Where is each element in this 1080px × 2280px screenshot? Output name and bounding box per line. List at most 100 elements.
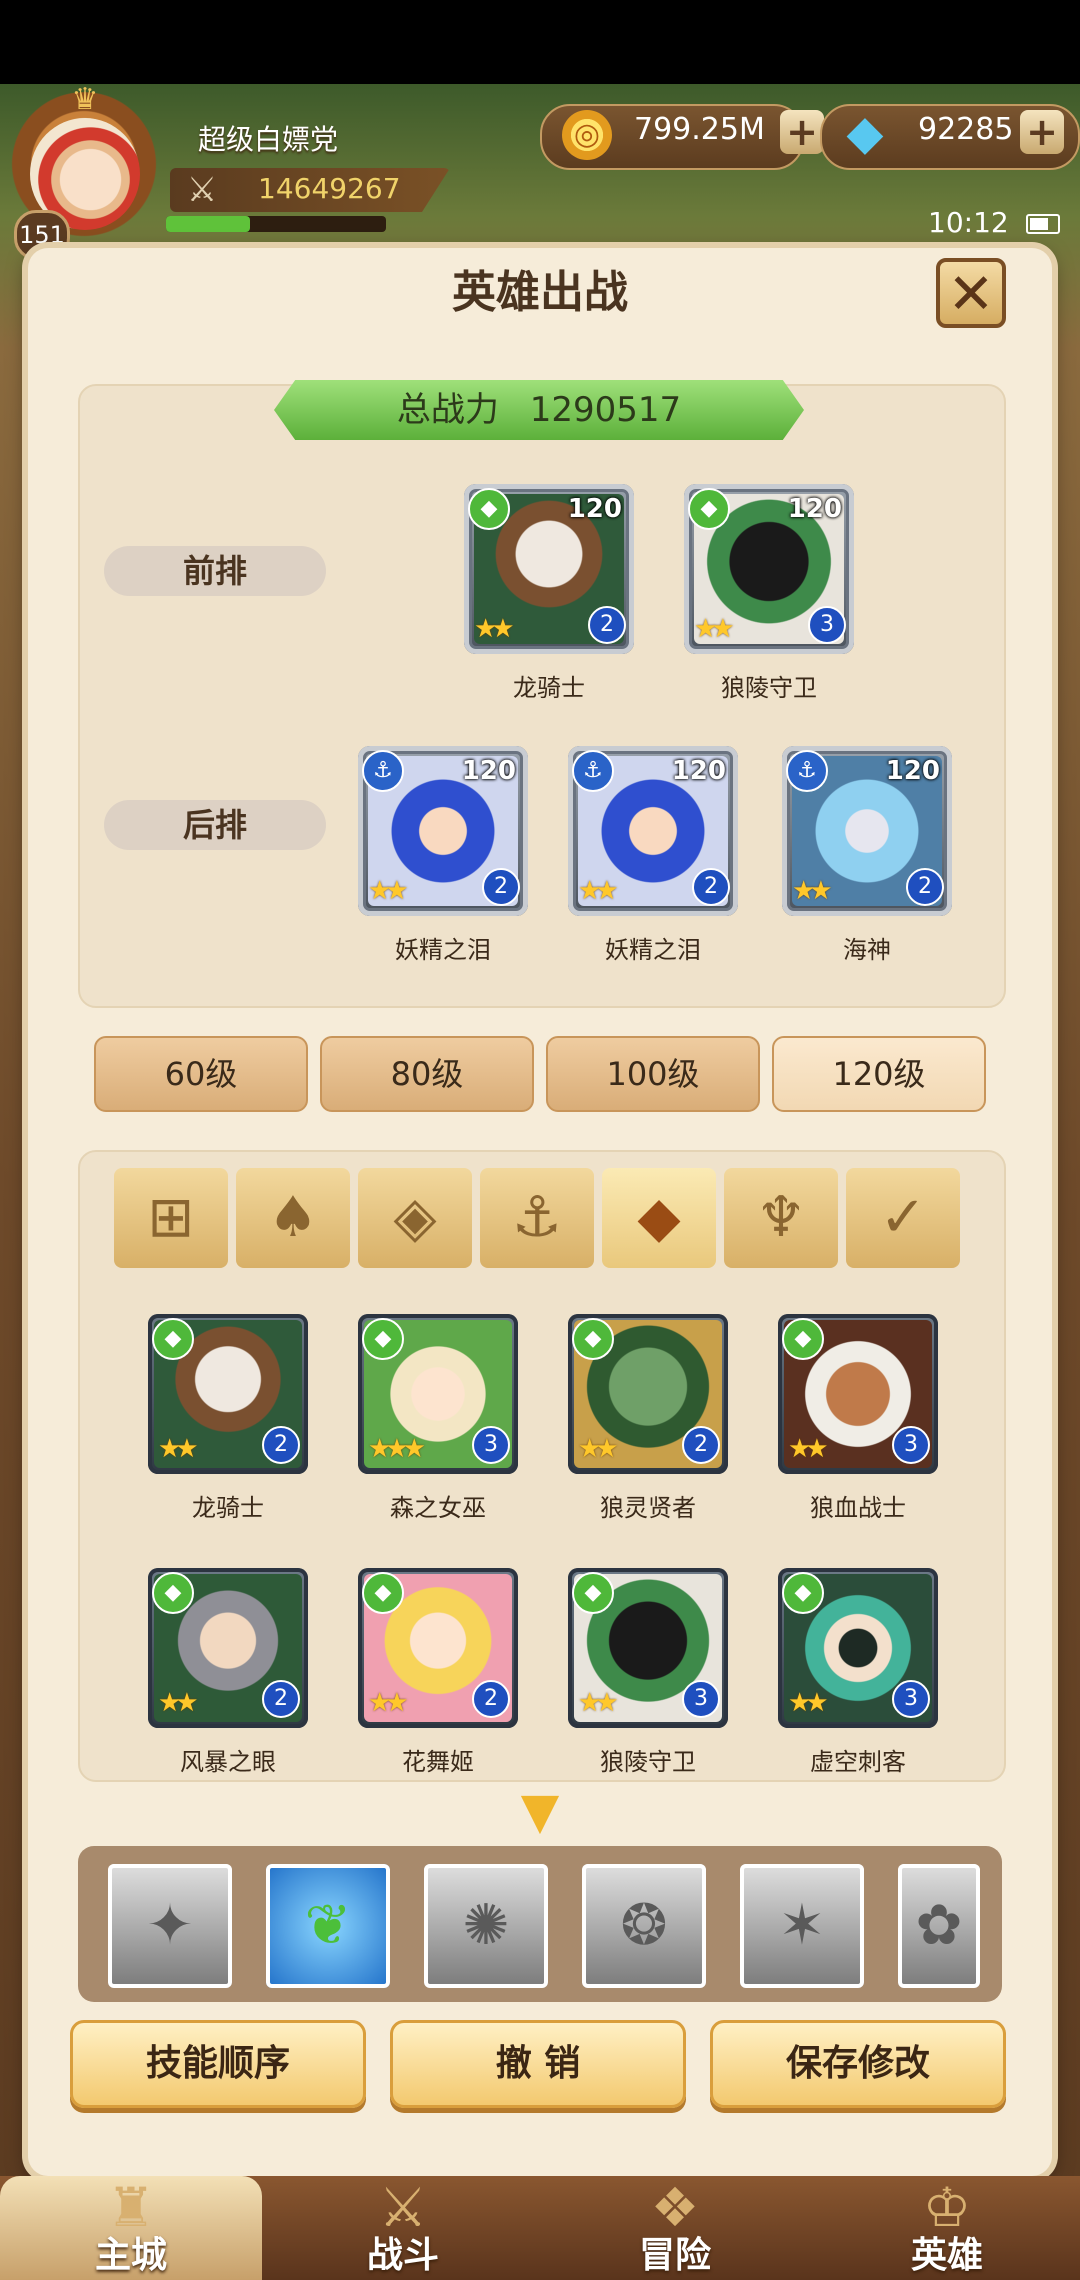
close-button[interactable]: ✕: [936, 258, 1006, 328]
beast-icon: ◆: [468, 488, 510, 530]
rank-badge: 2: [588, 606, 626, 644]
hero-card[interactable]: ◆ ★★ 3: [778, 1314, 938, 1474]
anchor-icon: ⚓: [572, 750, 614, 792]
crown-icon: ♛: [71, 82, 99, 117]
tab-filter-horns[interactable]: ♆: [724, 1168, 838, 1268]
tab-filter-forest[interactable]: ♠: [236, 1168, 350, 1268]
star-rating: ★★: [368, 876, 409, 906]
gem-amount: 92285: [918, 112, 1014, 147]
nav-adventure-label: 冒险: [638, 2235, 711, 2276]
hero-name: 狼陵守卫: [600, 1748, 696, 1776]
diamond-icon: ◈: [393, 1185, 437, 1250]
beast-icon: ◆: [572, 1572, 614, 1614]
tab-level-100[interactable]: 100级: [546, 1036, 760, 1112]
tab-filter-diamond[interactable]: ◈: [358, 1168, 472, 1268]
chevron-down-icon[interactable]: ▼: [504, 1786, 576, 1836]
beast-icon: ◆: [362, 1572, 404, 1614]
tab-level-120[interactable]: 120级: [772, 1036, 986, 1112]
hero-level: 120: [787, 494, 842, 524]
hero-card[interactable]: ◆ ★★ 2: [148, 1568, 308, 1728]
nav-city-label: 主城: [94, 2235, 167, 2276]
skill-icon[interactable]: ✶: [740, 1864, 864, 1988]
add-gold-button[interactable]: +: [780, 110, 824, 154]
tab-filter-grid[interactable]: ⊞: [114, 1168, 228, 1268]
hero-card[interactable]: ◆ ★★★ 3: [358, 1314, 518, 1474]
panel-title: 英雄出战: [452, 267, 628, 318]
nav-hero[interactable]: ♔ 英雄: [816, 2176, 1078, 2280]
star-rating: ★★: [788, 1434, 829, 1464]
hero-card[interactable]: ⚓ 120 ★★ 2: [358, 746, 528, 916]
hero-level: 120: [671, 756, 726, 786]
rank-badge: 3: [892, 1426, 930, 1464]
hero-level: 120: [567, 494, 622, 524]
star-rating: ★★: [158, 1688, 199, 1718]
player-power-value: 14649267: [258, 172, 401, 205]
hero-card[interactable]: ◆ ★★ 2: [148, 1314, 308, 1474]
star-rating: ★★: [368, 1688, 409, 1718]
skill-icon[interactable]: ✿: [898, 1864, 980, 1988]
tab-filter-anchor[interactable]: ⚓: [480, 1168, 594, 1268]
hero-card[interactable]: ◆ ★★ 2: [568, 1314, 728, 1474]
beast-icon: ◆: [688, 488, 730, 530]
beast-icon: ◆: [152, 1572, 194, 1614]
rank-badge: 3: [892, 1680, 930, 1718]
nav-city[interactable]: ♜ 主城: [0, 2176, 262, 2280]
rank-badge: 2: [906, 868, 944, 906]
hero-card[interactable]: ◆ 120 ★★ 2: [464, 484, 634, 654]
rank-badge: 3: [682, 1680, 720, 1718]
anchor-icon: ⚓: [511, 1185, 563, 1250]
hero-card[interactable]: ◆ ★★ 2: [358, 1568, 518, 1728]
star-rating: ★★: [578, 1688, 619, 1718]
tab-level-80[interactable]: 80级: [320, 1036, 534, 1112]
star-rating: ★★: [578, 876, 619, 906]
hero-name: 妖精之泪: [605, 936, 701, 964]
rank-badge: 3: [808, 606, 846, 644]
nav-battle[interactable]: ⚔ 战斗: [272, 2176, 534, 2280]
cancel-button[interactable]: 撤 销: [390, 2020, 686, 2108]
hero-name: 狼血战士: [810, 1494, 906, 1522]
status-bar-area: [0, 0, 1080, 84]
rank-badge: 2: [262, 1680, 300, 1718]
hero-name: 狼灵贤者: [600, 1494, 696, 1522]
star-rating: ★★: [158, 1434, 199, 1464]
battery-level: [1030, 218, 1048, 230]
hero-name: 妖精之泪: [395, 936, 491, 964]
hero-card[interactable]: ◆ ★★ 3: [568, 1568, 728, 1728]
skill-icon[interactable]: ✦: [108, 1864, 232, 1988]
hero-card[interactable]: ◆ 120 ★★ 3: [684, 484, 854, 654]
back-row-label: 后排: [104, 800, 326, 850]
total-power-value: 1290517: [529, 390, 682, 430]
rank-badge: 2: [482, 868, 520, 906]
rank-badge: 2: [692, 868, 730, 906]
tab-filter-beast[interactable]: ◆: [602, 1168, 716, 1268]
front-row-label: 前排: [104, 546, 326, 596]
hero-card[interactable]: ⚓ 120 ★★ 2: [568, 746, 738, 916]
star-rating: ★★★: [368, 1434, 426, 1464]
hero-name: 狼陵守卫: [721, 674, 817, 702]
hero-name: 龙骑士: [513, 674, 585, 702]
tab-filter-wings[interactable]: ✓: [846, 1168, 960, 1268]
tab-level-60[interactable]: 60级: [94, 1036, 308, 1112]
anchor-icon: ⚓: [786, 750, 828, 792]
save-button[interactable]: 保存修改: [710, 2020, 1006, 2108]
rank-badge: 2: [472, 1680, 510, 1718]
hero-card[interactable]: ⚓ 120 ★★ 2: [782, 746, 952, 916]
skill-icon[interactable]: ❦: [266, 1864, 390, 1988]
hero-card[interactable]: ◆ ★★ 3: [778, 1568, 938, 1728]
star-rating: ★★: [474, 614, 515, 644]
crossed-swords-icon: ⚔: [186, 170, 218, 210]
hero-level: 120: [885, 756, 940, 786]
player-name: 超级白嫖党: [198, 123, 339, 156]
skill-icon[interactable]: ✺: [424, 1864, 548, 1988]
forest-icon: ♠: [267, 1185, 319, 1250]
nav-adventure[interactable]: ❖ 冒险: [544, 2176, 806, 2280]
nav-battle-label: 战斗: [366, 2235, 439, 2276]
beast-icon: ◆: [362, 1318, 404, 1360]
diamond-icon: ◆: [846, 105, 884, 161]
beast-icon: ◆: [782, 1572, 824, 1614]
add-gem-button[interactable]: +: [1020, 110, 1064, 154]
horns-icon: ♆: [755, 1185, 807, 1250]
hero-name: 海神: [843, 936, 891, 964]
skill-order-button[interactable]: 技能顺序: [70, 2020, 366, 2108]
skill-icon[interactable]: ❂: [582, 1864, 706, 1988]
